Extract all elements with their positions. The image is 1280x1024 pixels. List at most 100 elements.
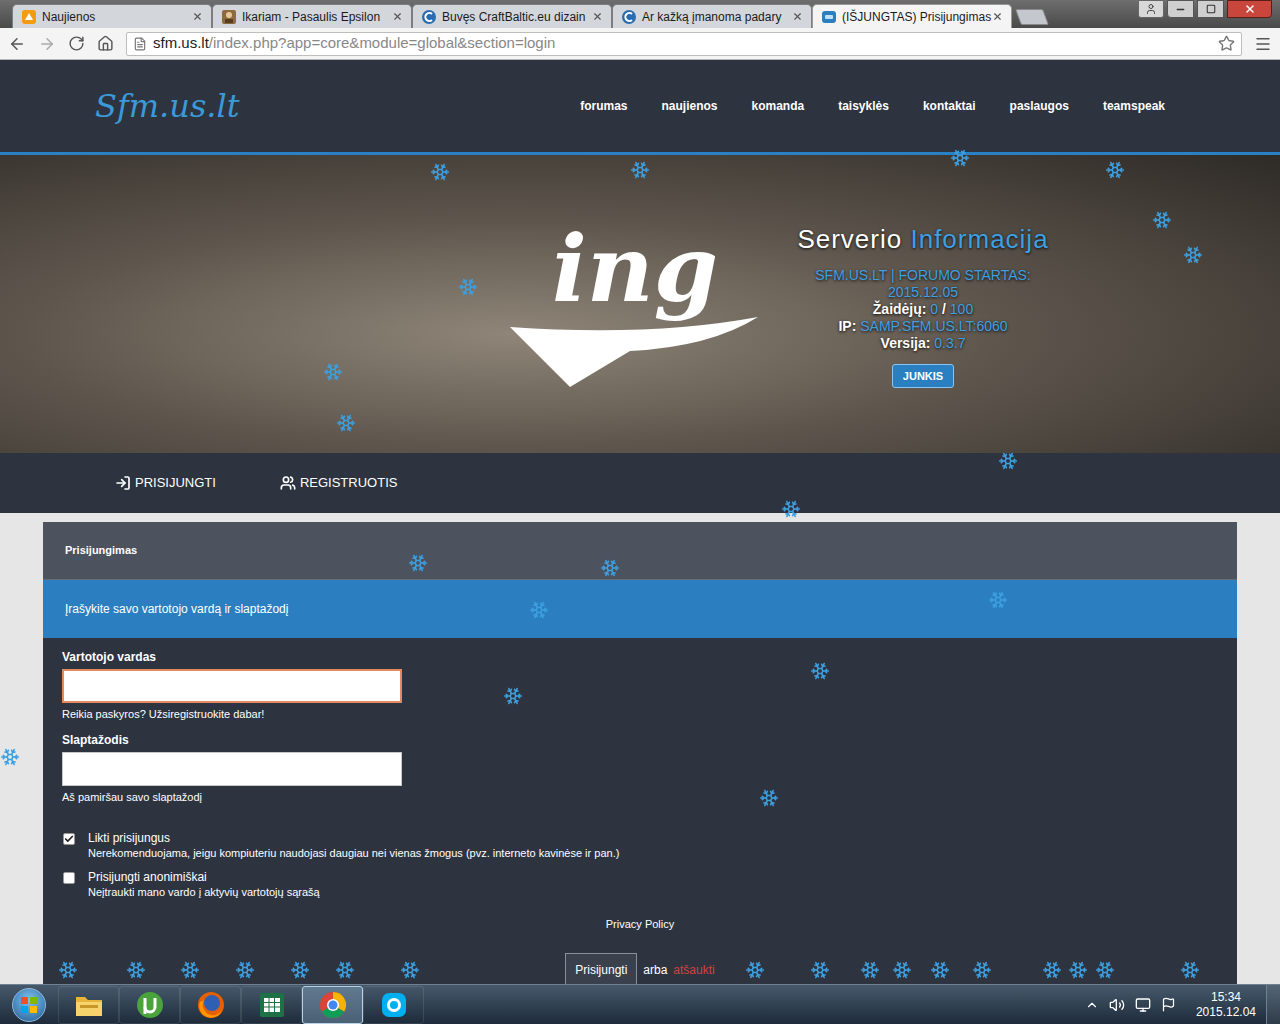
- privacy-policy-link[interactable]: Privacy Policy: [606, 917, 674, 931]
- users-icon: [280, 475, 296, 491]
- close-tab-icon[interactable]: [992, 11, 1003, 22]
- snowflake-icon: [745, 960, 765, 980]
- action-center-icon[interactable]: [1161, 997, 1176, 1012]
- address-bar[interactable]: sfm.us.lt/index.php?app=core&module=glob…: [126, 32, 1242, 56]
- field-help[interactable]: Reikia paskyros? Užsiregistruokite dabar…: [62, 707, 1218, 721]
- start-button[interactable]: [0, 985, 58, 1024]
- nav-link[interactable]: forumas: [580, 97, 627, 115]
- browser-tab[interactable]: (IŠJUNGTAS) Prisijungimas: [812, 4, 1012, 28]
- option-description: Nerekomenduojama, jeigu kompiuteriu naud…: [88, 846, 619, 860]
- server-version: Versija: 0.3.7: [881, 335, 966, 352]
- browser-tab[interactable]: Ikariam - Pasaulis Epsilon: [212, 4, 412, 28]
- window-controls: [1138, 0, 1280, 18]
- server-ip: IP: SAMP.SFM.US.LT:6060: [838, 318, 1007, 335]
- snowflake-icon: [529, 600, 549, 620]
- tab-title: Naujienos: [42, 8, 187, 26]
- page-icon: [133, 37, 147, 51]
- nav-link[interactable]: taisyklės: [838, 97, 889, 115]
- taskbar-app[interactable]: [58, 986, 119, 1024]
- show-hidden-icons-icon[interactable]: [1085, 998, 1099, 1012]
- volume-icon[interactable]: [1109, 997, 1125, 1013]
- home-icon[interactable]: [97, 35, 114, 52]
- snowflake-icon: [1042, 960, 1062, 980]
- browser-tab[interactable]: Buvęs CraftBaltic.eu dizain: [412, 4, 612, 28]
- form-actions: Prisijungti arba atšaukti: [62, 953, 1218, 984]
- back-icon[interactable]: [8, 35, 26, 53]
- network-icon[interactable]: [1135, 997, 1151, 1013]
- or-text: arba: [643, 961, 667, 979]
- bookmark-star-icon[interactable]: [1218, 35, 1235, 52]
- taskbar-app[interactable]: [363, 986, 424, 1024]
- checkbox[interactable]: [63, 833, 75, 845]
- close-tab-icon[interactable]: [792, 11, 803, 22]
- folder-icon: [74, 991, 104, 1019]
- profile-button[interactable]: [1138, 0, 1164, 18]
- new-tab-button[interactable]: [1015, 9, 1049, 25]
- snowflake-icon: [1183, 245, 1203, 265]
- cancel-link[interactable]: atšaukti: [673, 961, 714, 979]
- clock[interactable]: 15:342015.12.04: [1196, 990, 1256, 1020]
- reload-icon[interactable]: [68, 35, 85, 52]
- checkbox-option[interactable]: Prisijungti anonimiškaiNeįtraukti mano v…: [62, 870, 1218, 899]
- close-tab-icon[interactable]: [592, 11, 603, 22]
- taskbar-app[interactable]: [180, 986, 241, 1024]
- close-tab-icon[interactable]: [192, 11, 203, 22]
- logo-text: ing: [552, 221, 718, 317]
- nav-link[interactable]: komanda: [752, 97, 805, 115]
- news-favicon-icon: [21, 9, 37, 25]
- server-info: Serverio InformacijaSFM.US.LT | FORUMO S…: [778, 220, 1068, 389]
- taskbar-app[interactable]: [241, 986, 302, 1024]
- desktop: Naujienos Ikariam - Pasaulis Epsilon Buvęs…: [0, 0, 1280, 1024]
- show-desktop-button[interactable]: [1266, 985, 1280, 1024]
- utorrent-icon: [135, 990, 165, 1020]
- field-help[interactable]: Aš pamiršau savo slaptažodį: [62, 790, 1218, 804]
- snowflake-icon: [235, 960, 255, 980]
- snowflake-icon: [630, 160, 650, 180]
- text-input[interactable]: [62, 752, 402, 786]
- maximize-button[interactable]: [1197, 0, 1224, 18]
- sub-nav: PRISIJUNGTI REGISTRUOTIS: [0, 453, 1280, 513]
- nav-link[interactable]: teamspeak: [1103, 97, 1165, 115]
- close-window-icon: [1244, 3, 1256, 15]
- text-input[interactable]: [62, 669, 402, 703]
- instruction-bar: Įrašykite savo vartotojo vardą ir slapta…: [43, 580, 1237, 638]
- tab-title: (IŠJUNGTAS) Prisijungimas: [842, 8, 987, 26]
- join-button[interactable]: JUNKIS: [892, 364, 954, 389]
- nav-link[interactable]: paslaugos: [1010, 97, 1069, 115]
- snowflake-icon: [988, 590, 1008, 610]
- nav-link[interactable]: kontaktai: [923, 97, 976, 115]
- windows-logo-icon: [20, 996, 38, 1014]
- taskbar-app[interactable]: [119, 986, 180, 1024]
- login-form: Vartotojo vardasReikia paskyros? Užsireg…: [43, 638, 1237, 984]
- sub-nav-link[interactable]: PRISIJUNGTI: [115, 473, 216, 493]
- tab-title: Ikariam - Pasaulis Epsilon: [242, 8, 387, 26]
- craftbaltic-favicon-icon: [421, 9, 437, 25]
- snowflake-icon: [126, 960, 146, 980]
- url: sfm.us.lt/index.php?app=core&module=glob…: [153, 32, 1212, 55]
- menu-icon[interactable]: [1254, 35, 1272, 53]
- checkbox-option[interactable]: Likti prisijungusNerekomenduojama, jeigu…: [62, 831, 1218, 860]
- submit-button[interactable]: Prisijungti: [565, 953, 637, 984]
- browser-tab[interactable]: Naujienos: [12, 4, 212, 28]
- forum-start-label: SFM.US.LT | FORUMO STARTAS:: [815, 267, 1030, 284]
- forward-icon[interactable]: [38, 35, 56, 53]
- browser-tab[interactable]: Ar kažką įmanoma padary: [612, 4, 812, 28]
- nav-link[interactable]: naujienos: [661, 97, 717, 115]
- site-logo[interactable]: Sfm.us.lt: [95, 90, 240, 122]
- taskbar-app[interactable]: [302, 986, 363, 1024]
- minimize-button[interactable]: [1167, 0, 1194, 18]
- close-window-button[interactable]: [1227, 0, 1272, 18]
- close-tab-icon[interactable]: [392, 11, 403, 22]
- snowflake-icon: [408, 553, 428, 573]
- snowflake-icon: [600, 558, 620, 578]
- sub-nav-link[interactable]: REGISTRUOTIS: [280, 473, 398, 493]
- maximize-icon: [1206, 4, 1216, 14]
- browser-toolbar: sfm.us.lt/index.php?app=core&module=glob…: [0, 28, 1280, 60]
- option-description: Neįtraukti mano vardo į aktyvių vartotoj…: [88, 885, 320, 899]
- form-field: SlaptažodisAš pamiršau savo slaptažodį: [62, 733, 1218, 804]
- players: Žaidėjų: 0 / 100: [873, 301, 973, 318]
- checkbox[interactable]: [63, 872, 75, 884]
- tab-title: Buvęs CraftBaltic.eu dizain: [442, 8, 587, 26]
- snowflake-icon: [810, 661, 830, 681]
- snowflake-icon: [290, 960, 310, 980]
